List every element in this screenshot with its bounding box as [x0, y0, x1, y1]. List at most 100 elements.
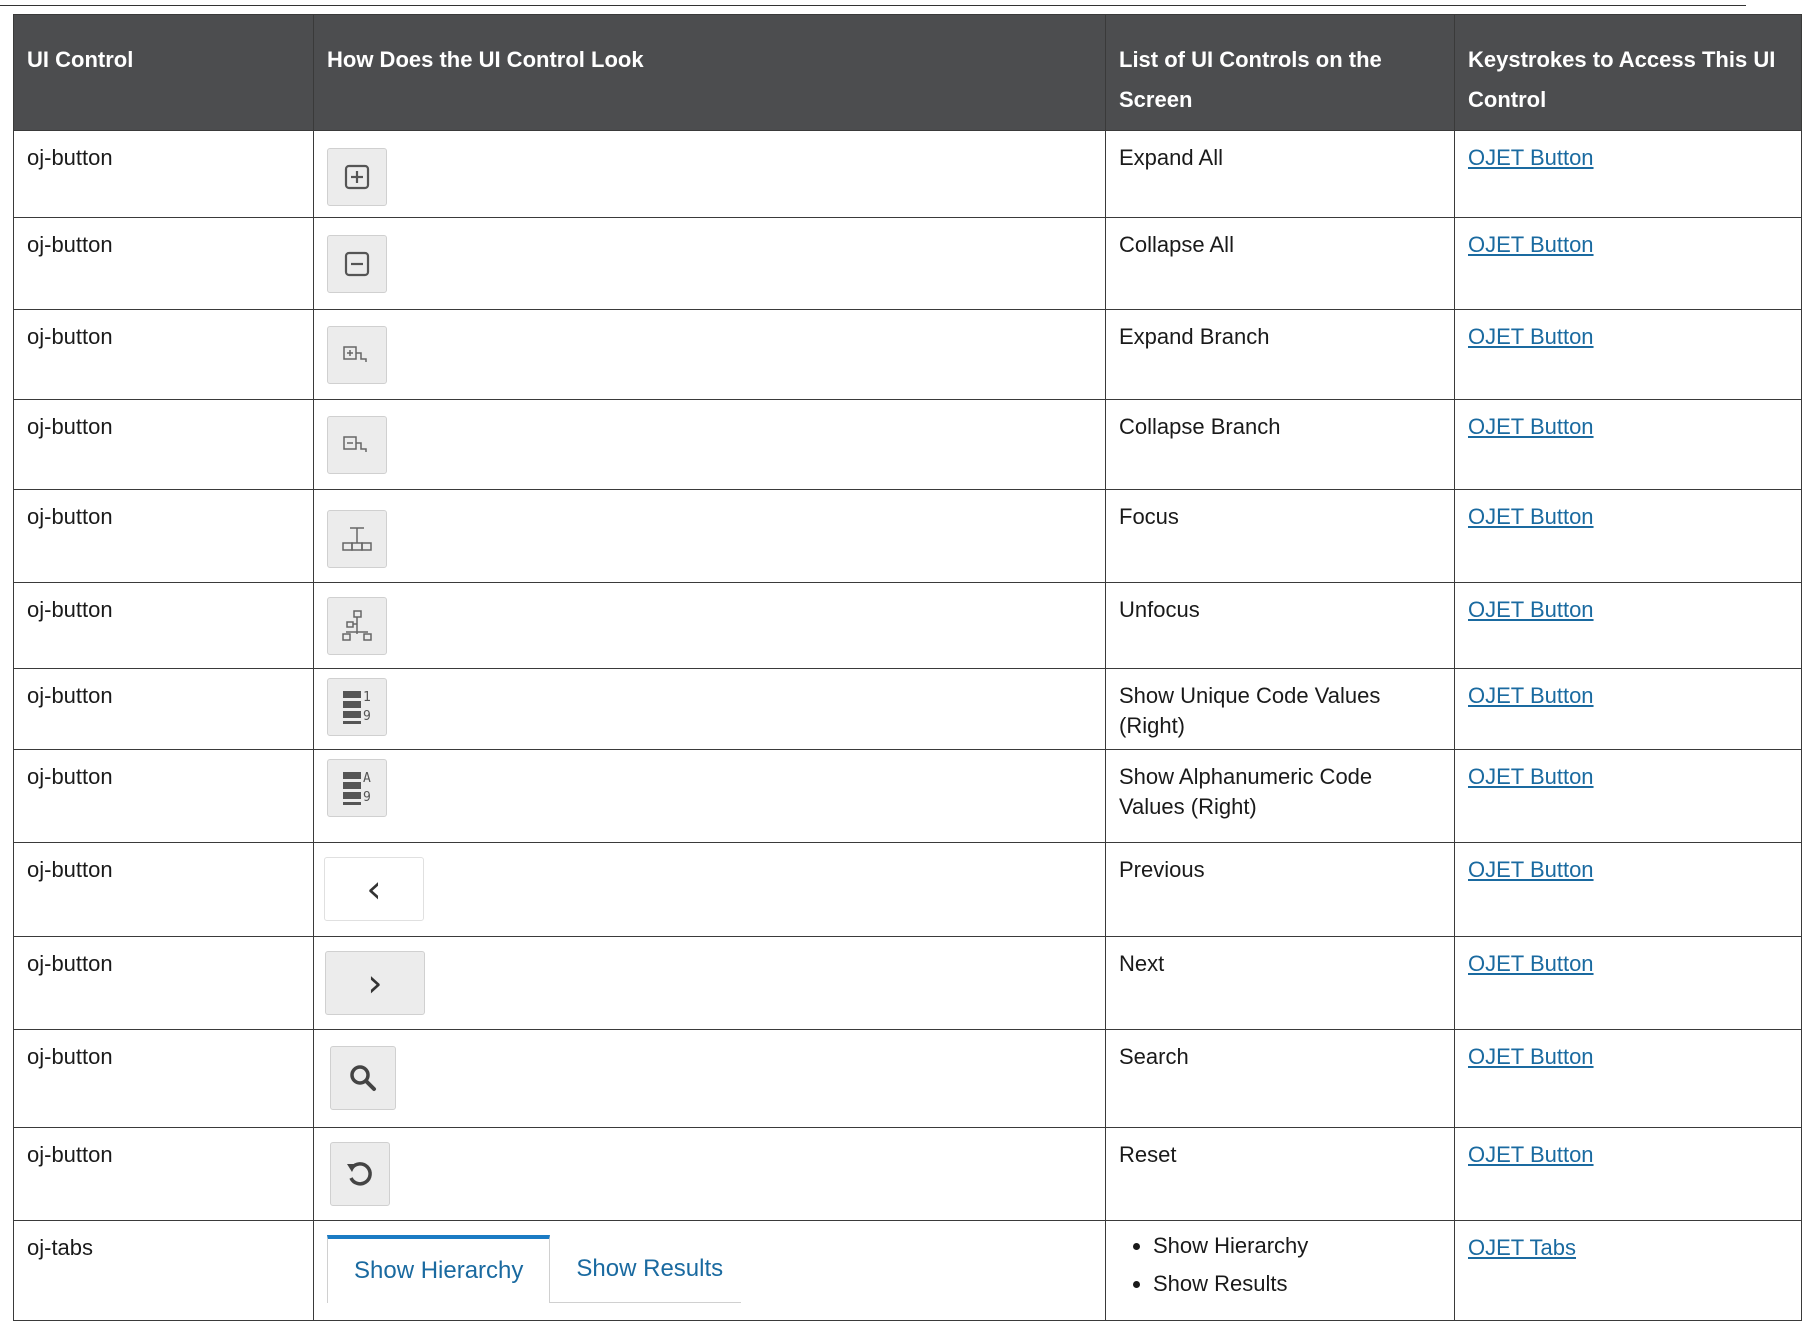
unique-code-glyph-bottom: 9	[363, 709, 371, 724]
look-cell	[313, 309, 1106, 400]
ojet-button-link[interactable]: OJET Button	[1468, 414, 1594, 439]
label-cell: Focus	[1105, 489, 1455, 583]
control-cell: oj-button	[13, 217, 314, 310]
top-rule	[0, 5, 1746, 6]
list-item: Show Hierarchy	[1153, 1227, 1441, 1265]
label-cell: Collapse Branch	[1105, 399, 1455, 490]
table-row: oj-button › Next OJET Button	[13, 936, 1802, 1030]
ojet-button-link[interactable]: OJET Button	[1468, 683, 1594, 708]
look-cell: ‹	[313, 842, 1106, 937]
reset-icon	[347, 1162, 372, 1186]
header-keystrokes: Keystrokes to Access This UI Control	[1454, 14, 1802, 131]
look-cell	[313, 217, 1106, 310]
link-cell: OJET Button	[1454, 749, 1802, 843]
link-cell: OJET Button	[1454, 1127, 1802, 1221]
chevron-right-icon: ›	[367, 961, 383, 1005]
label-cell: Show Hierarchy Show Results	[1105, 1220, 1455, 1321]
control-cell: oj-button	[13, 399, 314, 490]
label-cell: Unfocus	[1105, 582, 1455, 669]
header-row: UI Control How Does the UI Control Look …	[13, 14, 1802, 131]
look-cell	[313, 489, 1106, 583]
expand-all-button[interactable]	[327, 148, 387, 206]
label-cell: Expand Branch	[1105, 309, 1455, 400]
alphanumeric-code-icon: A 9	[343, 771, 371, 805]
ui-controls-table: UI Control How Does the UI Control Look …	[13, 14, 1802, 1321]
tab-list: Show Hierarchy Show Results	[1119, 1227, 1441, 1303]
look-cell	[313, 1029, 1106, 1128]
ojet-button-link[interactable]: OJET Button	[1468, 597, 1594, 622]
ojet-tabs-link[interactable]: OJET Tabs	[1468, 1235, 1576, 1260]
label-cell: Previous	[1105, 842, 1455, 937]
label-cell: Show Unique Code Values (Right)	[1105, 668, 1455, 750]
control-cell: oj-button	[13, 582, 314, 669]
focus-button[interactable]	[327, 510, 387, 568]
tab-show-results[interactable]: Show Results	[550, 1235, 742, 1303]
link-cell: OJET Button	[1454, 130, 1802, 218]
control-cell: oj-button	[13, 309, 314, 400]
control-cell: oj-button	[13, 936, 314, 1030]
ojet-button-link[interactable]: OJET Button	[1468, 145, 1594, 170]
control-cell: oj-button	[13, 1029, 314, 1128]
header-controls-list: List of UI Controls on the Screen	[1105, 14, 1455, 131]
link-cell: OJET Button	[1454, 309, 1802, 400]
collapse-branch-icon	[343, 436, 367, 452]
control-cell: oj-button	[13, 489, 314, 583]
ojet-button-link[interactable]: OJET Button	[1468, 324, 1594, 349]
ojet-button-link[interactable]: OJET Button	[1468, 857, 1594, 882]
look-cell: A 9	[313, 749, 1106, 843]
look-cell	[313, 130, 1106, 218]
previous-button[interactable]: ‹	[324, 857, 424, 921]
table-row: oj-button Expand All OJET Button	[13, 130, 1802, 218]
search-button[interactable]	[330, 1046, 396, 1110]
link-cell: OJET Tabs	[1454, 1220, 1802, 1321]
table-row: oj-button A 9 Show Alphanumeric Code Val…	[13, 749, 1802, 843]
unique-code-icon: 1 9	[343, 690, 371, 724]
control-cell: oj-button	[13, 749, 314, 843]
list-item: Show Results	[1153, 1265, 1441, 1303]
control-cell: oj-button	[13, 130, 314, 218]
tab-show-hierarchy[interactable]: Show Hierarchy	[327, 1235, 551, 1303]
alphanumeric-glyph-top: A	[363, 771, 371, 786]
expand-branch-icon	[343, 346, 367, 362]
control-cell: oj-button	[13, 1127, 314, 1221]
look-cell: Show Hierarchy Show Results	[313, 1220, 1106, 1321]
link-cell: OJET Button	[1454, 936, 1802, 1030]
table-row: oj-button Expand Branch OJET Button	[13, 309, 1802, 400]
ojet-button-link[interactable]: OJET Button	[1468, 1044, 1594, 1069]
ojet-button-link[interactable]: OJET Button	[1468, 504, 1594, 529]
label-cell: Show Alphanumeric Code Values (Right)	[1105, 749, 1455, 843]
label-cell: Search	[1105, 1029, 1455, 1128]
focus-icon	[342, 527, 372, 551]
alphanumeric-glyph-bottom: 9	[363, 790, 371, 805]
link-cell: OJET Button	[1454, 217, 1802, 310]
ojet-button-link[interactable]: OJET Button	[1468, 951, 1594, 976]
chevron-left-icon: ‹	[366, 867, 382, 911]
unfocus-button[interactable]	[327, 597, 387, 655]
collapse-all-button[interactable]	[327, 235, 387, 293]
collapse-all-icon	[344, 251, 370, 277]
label-cell: Expand All	[1105, 130, 1455, 218]
collapse-branch-button[interactable]	[327, 416, 387, 474]
reset-button[interactable]	[330, 1142, 390, 1206]
show-alphanumeric-code-button[interactable]: A 9	[327, 759, 387, 817]
ojet-button-link[interactable]: OJET Button	[1468, 764, 1594, 789]
look-cell	[313, 399, 1106, 490]
table-row: oj-button Search OJET Button	[13, 1029, 1802, 1128]
table-row: oj-tabs Show Hierarchy Show Results Show…	[13, 1220, 1802, 1321]
look-cell	[313, 582, 1106, 669]
show-unique-code-button[interactable]: 1 9	[327, 678, 387, 736]
unique-code-glyph-top: 1	[363, 690, 371, 705]
label-cell: Reset	[1105, 1127, 1455, 1221]
link-cell: OJET Button	[1454, 668, 1802, 750]
expand-all-icon	[344, 164, 370, 190]
next-button[interactable]: ›	[325, 951, 425, 1015]
search-icon	[350, 1065, 376, 1091]
link-cell: OJET Button	[1454, 582, 1802, 669]
header-look: How Does the UI Control Look	[313, 14, 1106, 131]
ojet-button-link[interactable]: OJET Button	[1468, 1142, 1594, 1167]
ojet-button-link[interactable]: OJET Button	[1468, 232, 1594, 257]
expand-branch-button[interactable]	[327, 326, 387, 384]
tab-bar: Show Hierarchy Show Results	[327, 1233, 1092, 1303]
table-row: oj-button Collapse Branch OJET Button	[13, 399, 1802, 490]
table-row: oj-button Unfocus OJET Button	[13, 582, 1802, 669]
